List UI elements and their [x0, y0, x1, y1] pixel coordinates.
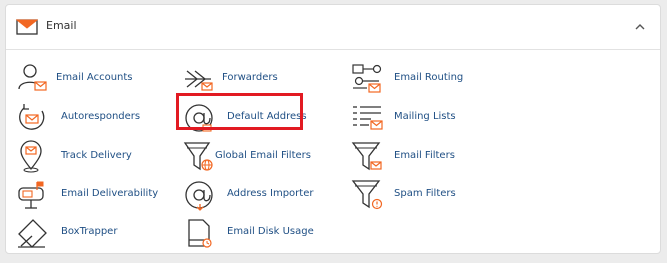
mailing-lists-label: Mailing Lists	[394, 111, 456, 122]
autoresponders-label: Autoresponders	[61, 111, 141, 122]
email-section-header[interactable]: Email	[6, 5, 660, 50]
track-delivery-link[interactable]: Track Delivery	[16, 140, 156, 174]
spam-filter-icon	[351, 180, 383, 210]
global-email-filters-link[interactable]: Global Email Filters	[183, 140, 323, 174]
forward-arrows-icon	[185, 70, 213, 91]
email-filters-label: Email Filters	[394, 150, 455, 161]
email-section-panel: Email Email Accounts Forwarders Email Ro…	[5, 4, 661, 254]
global-email-filters-label: Global Email Filters	[215, 150, 311, 161]
email-routing-label: Email Routing	[394, 72, 464, 83]
disk-usage-icon	[188, 219, 212, 248]
global-filter-icon	[183, 142, 213, 171]
forwarders-label: Forwarders	[222, 72, 278, 83]
spam-filters-link[interactable]: Spam Filters	[351, 178, 501, 212]
default-address-link[interactable]: Default Address	[183, 101, 308, 135]
address-importer-label: Address Importer	[227, 188, 314, 199]
autoresponders-link[interactable]: Autoresponders	[16, 101, 156, 135]
user-mail-icon	[18, 64, 47, 91]
track-delivery-label: Track Delivery	[61, 150, 132, 161]
email-accounts-link[interactable]: Email Accounts	[16, 62, 156, 96]
box-trap-icon	[18, 219, 47, 248]
boxtrapper-label: BoxTrapper	[61, 226, 118, 237]
mailing-list-icon	[353, 106, 383, 130]
routing-icon	[352, 64, 382, 93]
autoresponder-icon	[19, 104, 45, 130]
email-deliverability-label: Email Deliverability	[61, 188, 159, 199]
filter-icon	[351, 142, 382, 171]
email-accounts-label: Email Accounts	[56, 72, 133, 83]
email-disk-usage-link[interactable]: Email Disk Usage	[183, 216, 323, 250]
spam-filters-label: Spam Filters	[394, 188, 456, 199]
forwarders-link[interactable]: Forwarders	[183, 62, 323, 96]
mailbox-icon	[18, 181, 44, 209]
email-filters-link[interactable]: Email Filters	[351, 140, 501, 174]
chevron-up-icon[interactable]	[632, 19, 648, 35]
email-routing-link[interactable]: Email Routing	[351, 62, 501, 96]
default-address-label: Default Address	[227, 111, 307, 122]
at-import-icon	[185, 181, 213, 211]
section-title: Email	[46, 19, 77, 32]
address-importer-link[interactable]: Address Importer	[183, 178, 323, 212]
email-disk-usage-label: Email Disk Usage	[227, 226, 314, 237]
map-pin-icon	[20, 140, 42, 173]
boxtrapper-link[interactable]: BoxTrapper	[16, 216, 156, 250]
email-deliverability-link[interactable]: Email Deliverability	[16, 178, 166, 212]
at-sign-icon	[185, 104, 213, 132]
envelope-icon	[16, 19, 38, 35]
mailing-lists-link[interactable]: Mailing Lists	[351, 101, 501, 135]
